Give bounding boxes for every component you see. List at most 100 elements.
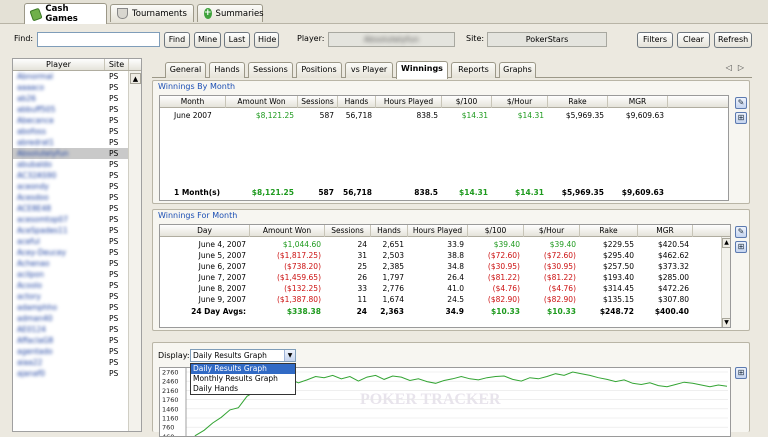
tab-next-icon[interactable]: ▷ xyxy=(738,63,750,72)
column-header[interactable]: Rake xyxy=(548,96,608,108)
table-cell: $257.50 xyxy=(602,262,634,271)
column-header[interactable]: Hands xyxy=(338,96,376,108)
tab-cash-games[interactable]: Cash Games xyxy=(24,3,107,24)
option-daily-results[interactable]: Daily Results Graph xyxy=(191,364,295,374)
expand-icon[interactable]: ⊞ xyxy=(735,112,747,124)
player-row[interactable]: aiaa22 PS xyxy=(13,357,141,368)
table-cell: $307.80 xyxy=(657,295,689,304)
find-input[interactable] xyxy=(37,32,160,47)
player-row[interactable]: Absolutelyfun PS xyxy=(13,148,141,159)
tab-prev-icon[interactable]: ◁ xyxy=(726,63,738,72)
scroll-up-icon[interactable]: ▲ xyxy=(722,238,730,248)
table-total-cell: $14.31 xyxy=(515,188,544,197)
column-header[interactable]: Day xyxy=(160,225,250,237)
table-cell: 2,503 xyxy=(382,251,404,260)
player-row[interactable]: Acesdoo PS xyxy=(13,192,141,203)
player-row[interactable]: aceondy PS xyxy=(13,181,141,192)
player-site: PS xyxy=(109,259,119,268)
last-button[interactable]: Last xyxy=(224,32,250,48)
column-header[interactable]: MGR xyxy=(608,96,668,108)
column-header[interactable]: Hours Played xyxy=(376,96,442,108)
column-header[interactable]: Hands xyxy=(371,225,408,237)
column-header[interactable]: Hours Played xyxy=(408,225,468,237)
player-row[interactable]: AffaclaG8 PS xyxy=(13,335,141,346)
player-row[interactable]: ACE8E48 PS xyxy=(13,203,141,214)
player-row[interactable]: Abecance PS xyxy=(13,115,141,126)
player-row[interactable]: ab26 PS xyxy=(13,93,141,104)
option-monthly-results[interactable]: Monthly Results Graph xyxy=(191,374,295,384)
tab-summaries[interactable]: + Summaries xyxy=(197,4,264,22)
player-row[interactable]: abubaldo PS xyxy=(13,159,141,170)
scroll-down-icon[interactable]: ▼ xyxy=(722,318,730,327)
column-header[interactable]: Amount Won xyxy=(250,225,325,237)
column-header[interactable]: $/100 xyxy=(442,96,492,108)
tab-hands[interactable]: Hands xyxy=(209,62,245,78)
expand-icon[interactable]: ⊞ xyxy=(735,241,747,253)
table-total-cell: 56,718 xyxy=(343,188,372,197)
tab-tournaments[interactable]: Tournaments xyxy=(110,4,194,22)
table-cell: ($81.22) xyxy=(487,273,520,282)
column-header[interactable]: Rake xyxy=(580,225,638,237)
scroll-up-icon[interactable]: ▲ xyxy=(130,73,141,84)
player-row[interactable]: ajanaf0 PS xyxy=(13,368,141,379)
player-row[interactable]: abofoss PS xyxy=(13,126,141,137)
player-name: aceondy xyxy=(17,182,49,191)
player-row[interactable]: AC32AS90 PS xyxy=(13,170,141,181)
player-row[interactable]: Abnormal PS xyxy=(13,71,141,82)
table-cell: 31 xyxy=(357,251,367,260)
tab-graphs[interactable]: Graphs xyxy=(499,62,536,78)
player-row[interactable]: acilpon PS xyxy=(13,269,141,280)
mine-button[interactable]: Mine xyxy=(194,32,221,48)
player-row[interactable]: abbuff505 PS xyxy=(13,104,141,115)
column-header[interactable]: $/Hour xyxy=(524,225,580,237)
chevron-down-icon[interactable]: ▼ xyxy=(284,350,295,361)
find-button[interactable]: Find xyxy=(164,32,190,48)
edit-icon[interactable]: ✎ xyxy=(735,226,747,238)
tab-winnings[interactable]: Winnings xyxy=(396,61,448,79)
tab-general[interactable]: General xyxy=(165,62,206,78)
hide-button[interactable]: Hide xyxy=(254,32,279,48)
player-row[interactable]: adamphho PS xyxy=(13,302,141,313)
player-row[interactable]: adman40 PS xyxy=(13,313,141,324)
column-header[interactable]: Sessions xyxy=(325,225,371,237)
filters-button[interactable]: Filters xyxy=(637,32,673,48)
player-row[interactable]: acesomtop07 PS xyxy=(13,214,141,225)
player-site: PS xyxy=(109,171,119,180)
player-row[interactable]: actory PS xyxy=(13,291,141,302)
table-cell: ($72.60) xyxy=(487,251,520,260)
edit-icon[interactable]: ✎ xyxy=(735,97,747,109)
column-header[interactable]: Amount Won xyxy=(226,96,298,108)
y-tick-label: 460 xyxy=(162,433,174,437)
table-cell: 26 xyxy=(357,273,367,282)
player-row[interactable]: Acoolo PS xyxy=(13,280,141,291)
option-daily-hands[interactable]: Daily Hands xyxy=(191,384,295,394)
player-row[interactable]: aceful PS xyxy=(13,236,141,247)
player-row[interactable]: AE0124 PS xyxy=(13,324,141,335)
column-header[interactable]: $/100 xyxy=(468,225,524,237)
player-column-header[interactable]: Player xyxy=(13,59,105,70)
expand-icon[interactable]: ⊞ xyxy=(735,367,747,379)
player-site: PS xyxy=(109,358,119,367)
site-column-header[interactable]: Site xyxy=(105,59,129,70)
tab-sessions[interactable]: Sessions xyxy=(248,62,293,78)
player-row[interactable]: agentado PS xyxy=(13,346,141,357)
tab-positions[interactable]: Positions xyxy=(296,62,342,78)
column-header[interactable]: $/Hour xyxy=(492,96,548,108)
player-row[interactable]: Achenao PS xyxy=(13,258,141,269)
column-header[interactable]: Sessions xyxy=(298,96,338,108)
tab-vs-player[interactable]: vs Player xyxy=(345,62,393,78)
refresh-button[interactable]: Refresh xyxy=(714,32,752,48)
player-row[interactable]: AceSpades11 PS xyxy=(13,225,141,236)
tab-reports[interactable]: Reports xyxy=(451,62,496,78)
column-header[interactable]: MGR xyxy=(638,225,693,237)
display-select[interactable]: Daily Results Graph ▼ xyxy=(190,349,296,362)
table-cell: June 7, 2007 xyxy=(198,273,246,282)
player-list-scrollbar[interactable]: ▲ xyxy=(128,71,141,431)
column-header[interactable]: Month xyxy=(160,96,226,108)
winnings-for-month-scrollbar[interactable]: ▲ ▼ xyxy=(721,237,730,327)
player-row[interactable]: aaaaco PS xyxy=(13,82,141,93)
table-total-cell: $338.38 xyxy=(286,307,321,316)
clear-button[interactable]: Clear xyxy=(677,32,710,48)
player-row[interactable]: abredrat1 PS xyxy=(13,137,141,148)
player-row[interactable]: Acey-Deucey PS xyxy=(13,247,141,258)
